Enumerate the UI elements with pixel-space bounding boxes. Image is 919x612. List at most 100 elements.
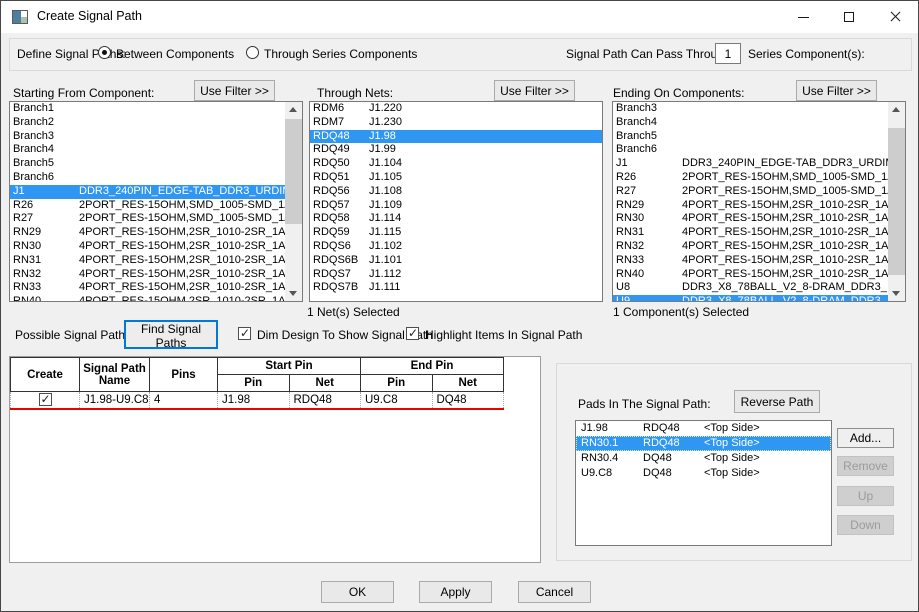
scrollbar-thumb[interactable] [285,119,302,224]
ending-component-item[interactable]: U9DDR3_X8_78BALL_V2_8-DRAM_DDR3 [613,295,888,302]
scroll-up-icon[interactable] [888,102,905,118]
ending-component-item[interactable]: RN304PORT_RES-15OHM,2SR_1010-2SR_1A [613,212,888,226]
starting-component-item[interactable]: RN294PORT_RES-15OHM,2SR_1010-2SR_1A [10,226,285,240]
ending-component-item[interactable]: J1DDR3_240PIN_EDGE-TAB_DDR3_URDIM [613,157,888,171]
net-item[interactable]: RDQ51J1.105 [310,171,602,185]
net-name: RDM6 [313,102,369,116]
net-item[interactable]: RDQ48J1.98 [310,130,602,144]
through-series-components-label[interactable]: Through Series Components [264,47,417,61]
ending-component-item[interactable]: RN294PORT_RES-15OHM,2SR_1010-2SR_1A [613,199,888,213]
starting-component-item[interactable]: Branch5 [10,157,285,171]
add-pad-button[interactable]: Add... [837,428,894,448]
start-pin-cell: J1.98 [218,392,290,410]
ending-list-scrollbar[interactable] [888,102,905,301]
ending-components-list[interactable]: Branch3 Branch4 Branch5 Branch6 J1DDR3_2… [612,101,906,302]
series-components-label: Series Component(s): [748,47,865,61]
pad-side: <Top Side> [704,437,760,449]
close-button[interactable] [872,1,918,33]
move-up-button[interactable]: Up [837,486,894,506]
use-filter-button-starting[interactable]: Use Filter >> [194,80,275,101]
starting-component-item[interactable]: J1DDR3_240PIN_EDGE-TAB_DDR3_URDIM [10,185,285,199]
net-item[interactable]: RDQ59J1.115 [310,226,602,240]
between-components-radio[interactable] [98,46,111,59]
starting-component-item[interactable]: RN404PORT_RES-15OHM,2SR_1010-2SR_1A [10,295,285,302]
remove-pad-button[interactable]: Remove [837,456,894,476]
component-refdes: RN40 [616,268,682,282]
ending-component-item[interactable]: RN314PORT_RES-15OHM,2SR_1010-2SR_1A [613,226,888,240]
ending-component-item[interactable]: Branch4 [613,116,888,130]
pad-item[interactable]: RN30.4DQ48<Top Side> [576,451,831,466]
net-name: RDQ59 [313,226,369,240]
create-signal-path-dialog: Create Signal Path Define Signal Paths: … [0,0,919,612]
starting-component-item[interactable]: R272PORT_RES-15OHM,SMD_1005-SMD_1A [10,212,285,226]
create-path-checkbox[interactable] [39,393,52,406]
net-item[interactable]: RDQS6BJ1.101 [310,254,602,268]
component-refdes: Branch5 [616,130,682,144]
through-series-components-radio[interactable] [246,46,259,59]
component-refdes: RN30 [616,212,682,226]
scrollbar-thumb[interactable] [888,128,905,275]
starting-component-item[interactable]: Branch3 [10,130,285,144]
starting-component-item[interactable]: Branch1 [10,102,285,116]
ending-component-item[interactable]: RN324PORT_RES-15OHM,2SR_1010-2SR_1A [613,240,888,254]
pads-list[interactable]: J1.98RDQ48<Top Side> RN30.1RDQ48<Top Sid… [575,420,832,546]
signal-path-row[interactable]: J1.98-U9.C8 4 J1.98 RDQ48 U9.C8 DQ48 [11,392,504,410]
net-item[interactable]: RDQS6J1.102 [310,240,602,254]
net-item[interactable]: RDQ57J1.109 [310,199,602,213]
col-header-signal-path-name: Signal Path Name [80,358,150,392]
reverse-path-button[interactable]: Reverse Path [734,390,820,413]
ok-button[interactable]: OK [321,581,394,603]
pad-net: RDQ48 [643,436,704,451]
net-name: RDQ57 [313,199,369,213]
ending-component-item[interactable]: U8DDR3_X8_78BALL_V2_8-DRAM_DDR3_ [613,281,888,295]
starting-list-scrollbar[interactable] [285,102,302,301]
starting-component-item[interactable]: RN314PORT_RES-15OHM,2SR_1010-2SR_1A [10,254,285,268]
between-components-label[interactable]: Between Components [116,47,234,61]
scroll-down-icon[interactable] [285,285,302,301]
apply-button[interactable]: Apply [419,581,492,603]
pad-item[interactable]: RN30.1RDQ48<Top Side> [576,436,831,451]
net-item[interactable]: RDQ56J1.108 [310,185,602,199]
net-item[interactable]: RDQ49J1.99 [310,143,602,157]
starting-component-item[interactable]: Branch4 [10,143,285,157]
starting-component-item[interactable]: Branch6 [10,171,285,185]
ending-component-item[interactable]: Branch6 [613,143,888,157]
net-item[interactable]: RDM7J1.230 [310,116,602,130]
through-nets-list[interactable]: RDM6J1.220 RDM7J1.230 RDQ48J1.98 RDQ49J1… [309,101,603,302]
starting-component-item[interactable]: RN304PORT_RES-15OHM,2SR_1010-2SR_1A [10,240,285,254]
starting-component-item[interactable]: RN324PORT_RES-15OHM,2SR_1010-2SR_1A [10,268,285,282]
pad-item[interactable]: J1.98RDQ48<Top Side> [576,421,831,436]
net-item[interactable]: RDM6J1.220 [310,102,602,116]
highlight-items-checkbox[interactable] [406,327,419,340]
starting-component-item[interactable]: R262PORT_RES-15OHM,SMD_1005-SMD_1A [10,199,285,213]
dim-design-checkbox[interactable] [238,327,251,340]
net-item[interactable]: RDQ50J1.104 [310,157,602,171]
ending-component-item[interactable]: R262PORT_RES-15OHM,SMD_1005-SMD_1A [613,171,888,185]
use-filter-button-ending[interactable]: Use Filter >> [796,80,877,101]
starting-component-item[interactable]: RN334PORT_RES-15OHM,2SR_1010-2SR_1A [10,281,285,295]
ending-component-item[interactable]: Branch3 [613,102,888,116]
net-item[interactable]: RDQS7BJ1.111 [310,281,602,295]
component-refdes: J1 [616,157,682,171]
highlight-items-label[interactable]: Highlight Items In Signal Path [425,328,582,342]
minimize-button[interactable] [780,1,826,33]
net-name: RDQS6B [313,254,369,268]
maximize-button[interactable] [826,1,872,33]
scroll-down-icon[interactable] [888,285,905,301]
ending-component-item[interactable]: RN334PORT_RES-15OHM,2SR_1010-2SR_1A [613,254,888,268]
cancel-button[interactable]: Cancel [518,581,591,603]
ending-component-item[interactable]: R272PORT_RES-15OHM,SMD_1005-SMD_1A [613,185,888,199]
ending-component-item[interactable]: RN404PORT_RES-15OHM,2SR_1010-2SR_1A [613,268,888,282]
net-item[interactable]: RDQS7J1.112 [310,268,602,282]
component-refdes: U8 [616,281,682,295]
find-signal-paths-button[interactable]: Find Signal Paths [124,320,218,349]
move-down-button[interactable]: Down [837,515,894,535]
starting-components-list[interactable]: Branch1 Branch2 Branch3 Branch4 Branch5 … [9,101,303,302]
starting-component-item[interactable]: Branch2 [10,116,285,130]
use-filter-button-nets[interactable]: Use Filter >> [494,80,575,101]
pad-item[interactable]: U9.C8DQ48<Top Side> [576,466,831,481]
ending-component-item[interactable]: Branch5 [613,130,888,144]
scroll-up-icon[interactable] [285,102,302,118]
series-count-input[interactable] [715,43,741,64]
net-item[interactable]: RDQ58J1.114 [310,212,602,226]
